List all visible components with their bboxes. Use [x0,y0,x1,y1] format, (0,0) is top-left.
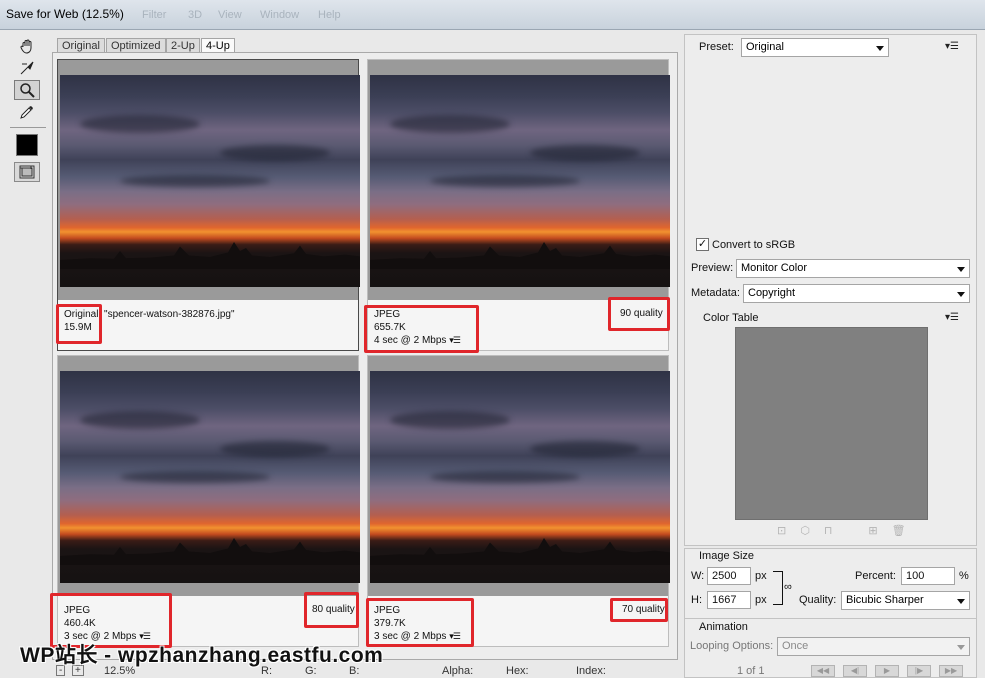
optimization-settings-group: Preset: Original ▾☰ ✓ Convert to sRGB Pr… [684,34,977,332]
highlight-box-90-info [364,305,479,353]
chevron-down-icon [957,292,965,297]
highlight-box-70-quality [610,598,668,622]
width-input[interactable]: 2500 [707,567,751,585]
play-button[interactable]: ▶ [875,665,899,677]
status-index-label: Index: [576,665,606,677]
preview-area: Original: "spencer-watson-382876.jpg" 15… [52,52,678,660]
color-table-menu-icon[interactable]: ▾☰ [945,312,959,323]
highlight-box-90-quality [608,297,670,331]
optimize-menu-icon[interactable]: ▾☰ [945,41,959,52]
chevron-down-icon [957,599,965,604]
color-table-group: Color Table ▾☰ ⊡ ⬡ ⊓ ⊞ 🗑 [684,310,977,546]
color-table-title: Color Table [701,312,761,324]
animation-controls: ◀◀ ◀| ▶ |▶ ▶▶ [811,665,971,677]
preset-label: Preset: [699,41,734,53]
convert-srgb-checkbox[interactable]: ✓ [696,238,709,251]
chain-link-icon[interactable]: ∞ [784,581,792,593]
new-color-icon[interactable]: ⊞ [868,524,877,537]
menu-ghost-help: Help [318,9,341,21]
web-snap-icon[interactable]: ⬡ [800,524,810,537]
status-alpha-label: Alpha: [442,665,474,677]
highlight-box-80-quality [304,592,359,628]
resample-quality-value: Bicubic Sharper [846,594,924,606]
sunset-preview-image [370,371,670,583]
eyedropper-tool-button[interactable] [14,102,40,122]
chevron-down-icon [957,267,965,272]
metadata-value: Copyright [748,287,796,299]
slice-select-icon [20,61,34,75]
width-label: W: [691,570,705,582]
image-size-group: Image Size W: 2500 px H: 1667 px ∞ Perce… [684,548,977,624]
chevron-down-icon [876,46,884,51]
color-table-swatch-area [735,327,928,520]
hand-tool-button[interactable] [14,36,40,56]
color-table-toolbar: ⊡ ⬡ ⊓ ⊞ 🗑 [777,524,906,537]
toggle-slices-visibility-button[interactable] [14,162,40,182]
tab-2-up[interactable]: 2-Up [166,38,200,53]
frame-counter: 1 of 1 [737,665,765,677]
preview-pane-original[interactable]: Original: "spencer-watson-382876.jpg" 15… [57,59,360,351]
tab-original[interactable]: Original [57,38,105,53]
menu-ghost-view: View [218,9,242,21]
image-size-title: Image Size [699,550,755,562]
toolbar-separator [10,127,46,128]
eyedropper-color-swatch[interactable] [16,134,38,156]
metadata-label: Metadata: [691,287,740,299]
preview-label: Preview: [691,262,734,274]
preset-value: Original [746,41,784,53]
sunset-preview-image [370,75,670,287]
hand-icon [20,39,32,54]
tool-panel [8,32,48,672]
resample-quality-label: Quality: [799,594,837,606]
height-unit: px [755,594,767,606]
next-frame-button[interactable]: |▶ [907,665,931,677]
looping-options-dropdown[interactable]: Once [777,637,970,656]
status-hex-label: Hex: [506,665,529,677]
menu-ghost-3d: 3D [188,9,203,21]
first-frame-button[interactable]: ◀◀ [811,665,835,677]
chevron-down-icon [957,645,965,650]
height-label: H: [691,594,702,606]
sunset-preview-image [60,371,360,583]
menu-ghost-window: Window [260,9,300,21]
previous-frame-button[interactable]: ◀| [843,665,867,677]
constrain-bracket [773,571,783,605]
window-title: Save for Web (12.5%) [6,7,124,21]
title-bar: Save for Web (12.5%) Filter 3D View Wind… [0,0,985,30]
zoom-icon [20,83,35,98]
lock-color-icon[interactable]: ⊓ [824,524,833,537]
metadata-dropdown[interactable]: Copyright [743,284,970,303]
convert-srgb-label: Convert to sRGB [712,239,796,251]
tab-4-up[interactable]: 4-Up [201,38,235,53]
preset-dropdown[interactable]: Original [741,38,889,57]
sunset-preview-image [60,75,360,287]
zoom-tool-button[interactable] [14,80,40,100]
watermark-text: WP站长 - wpzhanzhang.eastfu.com [20,644,384,667]
preview-dropdown[interactable]: Monitor Color [736,259,970,278]
animation-group: Animation Looping Options: Once 1 of 1 ◀… [684,618,977,678]
percent-unit: % [959,570,969,582]
percent-input[interactable]: 100 [901,567,955,585]
width-unit: px [755,570,767,582]
tab-optimized[interactable]: Optimized [106,38,166,53]
preview-value: Monitor Color [741,262,808,274]
height-input[interactable]: 1667 [707,591,751,609]
resample-quality-dropdown[interactable]: Bicubic Sharper [841,591,970,610]
trash-icon[interactable]: 🗑 [892,524,906,537]
highlight-box-original-size [56,304,102,344]
eyedropper-icon [20,106,33,119]
last-frame-button[interactable]: ▶▶ [939,665,963,677]
animation-title: Animation [699,621,748,633]
slices-visibility-icon [19,165,35,179]
map-transparent-icon[interactable]: ⊡ [777,524,786,537]
looping-options-label: Looping Options: [690,640,774,652]
menu-ghost-filter: Filter [142,9,167,21]
settings-panel: Preset: Original ▾☰ ✓ Convert to sRGB Pr… [684,32,985,678]
slice-select-tool-button[interactable] [14,58,40,78]
percent-label: Percent: [855,570,896,582]
looping-options-value: Once [782,640,809,652]
